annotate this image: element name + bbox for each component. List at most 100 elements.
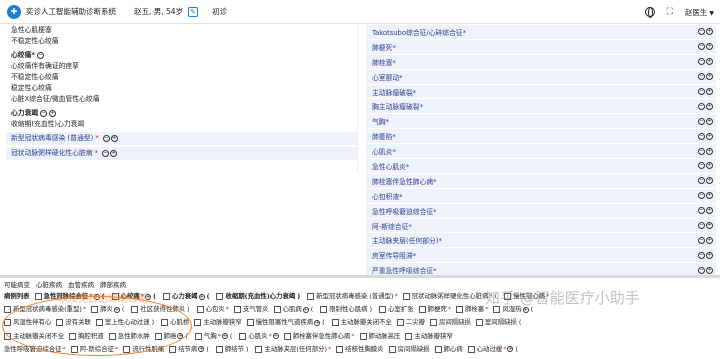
remove-icon[interactable]: − (698, 236, 705, 244)
checkbox[interactable] (108, 332, 116, 340)
category-tab[interactable]: 心脏疾病 (36, 279, 62, 289)
fullscreen-icon[interactable]: ⛶ (667, 7, 673, 17)
case-checkbox-item[interactable]: 肺心病 (434, 343, 463, 356)
case-checkbox-item[interactable]: 风湿性伴有心 (4, 316, 51, 329)
add-icon[interactable]: + (706, 58, 713, 66)
remove-icon[interactable]: − (698, 43, 705, 51)
add-icon[interactable]: + (706, 102, 713, 110)
remove-icon[interactable]: − (698, 73, 705, 81)
remove-icon[interactable]: − (698, 147, 705, 155)
differential-item[interactable]: 房室传导阻滞* − + (366, 248, 716, 264)
case-checkbox-item[interactable]: 房间隔缺损 (429, 316, 471, 329)
case-checkbox-item[interactable]: 心肌桥 (161, 316, 189, 329)
diagnosis-row[interactable]: 稳定性心绞痛 (6, 83, 357, 94)
add-icon[interactable]: + (221, 333, 228, 340)
checkbox[interactable] (429, 319, 437, 327)
case-checkbox-item[interactable]: 心动过缓 * +( (467, 343, 520, 356)
differential-item[interactable]: 肺栓塞* − + (366, 54, 716, 70)
remove-icon[interactable]: − (698, 266, 705, 274)
remove-icon[interactable]: − (698, 207, 705, 215)
add-icon[interactable]: + (110, 135, 118, 142)
checkbox[interactable] (123, 345, 131, 353)
doctor-menu[interactable]: 赵医生 ▼ (685, 7, 714, 18)
checkbox[interactable] (215, 345, 223, 353)
checkbox[interactable] (359, 332, 367, 340)
remove-icon[interactable]: − (698, 251, 705, 259)
checkbox[interactable] (154, 332, 162, 340)
case-checkbox-item[interactable]: 心肌病 +( (273, 303, 316, 316)
add-icon[interactable]: + (706, 177, 713, 185)
remove-icon[interactable]: − (102, 135, 110, 142)
differential-item[interactable]: 心肌炎* − + (366, 144, 716, 160)
checkbox[interactable] (194, 319, 202, 327)
differential-item[interactable]: 肺栓塞伴急性肺心病* − + (366, 173, 716, 189)
case-checkbox-item[interactable]: 肺癌 +( (154, 330, 190, 343)
add-icon[interactable]: + (49, 110, 57, 117)
checkbox[interactable] (216, 293, 224, 301)
category-tab[interactable]: 可能病变 (4, 279, 30, 289)
checkbox[interactable] (402, 293, 410, 301)
add-icon[interactable]: + (177, 333, 184, 340)
checkbox[interactable] (91, 306, 99, 314)
differential-item[interactable]: Takotsubo综合征/心碎综合征* − + (366, 25, 716, 40)
checkbox[interactable] (194, 332, 202, 340)
case-checkbox-item[interactable]: 新型冠状病毒感染 (普通型) * (307, 290, 398, 303)
case-checkbox-item[interactable]: 急性肺水肿 (108, 330, 150, 343)
checkbox[interactable] (255, 345, 263, 353)
add-icon[interactable]: + (706, 192, 713, 200)
case-checkbox-item[interactable]: 肺梗死 * (418, 303, 451, 316)
differential-item[interactable]: 急性心肌炎* − + (366, 159, 716, 174)
differential-item[interactable]: 心包积液* − + (366, 188, 716, 204)
checkbox[interactable] (405, 332, 413, 340)
checkbox[interactable] (283, 332, 291, 340)
checkbox[interactable] (4, 319, 11, 327)
add-icon[interactable]: + (706, 43, 713, 51)
checkbox[interactable] (239, 332, 247, 340)
diagnosis-row[interactable]: 不稳定性心绞痛 (6, 36, 357, 47)
checkbox[interactable] (4, 306, 11, 314)
collapse-icon[interactable]: − (40, 110, 48, 117)
differential-item[interactable]: 阿-斯综合征* − + (366, 218, 716, 234)
case-checkbox-item[interactable]: 结核性胸膜炎 (336, 343, 384, 356)
add-icon[interactable]: + (198, 346, 205, 353)
add-icon[interactable]: + (706, 132, 713, 140)
checkbox[interactable] (273, 306, 281, 314)
case-checkbox-item[interactable]: 心肌炎 * + (239, 330, 279, 343)
differential-item[interactable]: 胸主动脉瘤破裂* − + (366, 99, 716, 115)
differential-item[interactable]: 肺梗死* − + (366, 39, 716, 55)
add-icon[interactable]: + (272, 333, 279, 340)
case-checkbox-item[interactable]: 肺炎 +( (91, 303, 126, 316)
add-icon[interactable]: + (706, 28, 713, 36)
case-checkbox-item[interactable]: 肺动脉高压 (359, 330, 400, 343)
case-checkbox-item[interactable]: 收缩期(充血性)心力衰竭) (216, 290, 302, 303)
diagnosis-row[interactable]: 不稳定性心绞痛 (6, 72, 357, 83)
case-checkbox-item[interactable]: 社区获得性肺炎) (131, 303, 191, 316)
case-checkbox-item[interactable]: 没有关联 (56, 316, 91, 329)
checkbox[interactable] (234, 306, 241, 314)
remove-icon[interactable]: − (698, 162, 705, 170)
case-checkbox-item[interactable]: 心力衰竭 +( (163, 290, 211, 303)
case-checkbox-item[interactable]: 肺栓塞伴急性肺心病 * (283, 330, 355, 343)
case-checkbox-item[interactable]: 阿-斯综合征 * (70, 343, 118, 356)
add-icon[interactable]: + (706, 162, 713, 170)
checkbox[interactable] (246, 319, 254, 327)
case-checkbox-item[interactable]: 室上性心动过速) (95, 316, 156, 329)
checkbox[interactable] (379, 306, 387, 314)
add-icon[interactable]: + (706, 117, 713, 125)
diagnosis-row[interactable]: 心脏X综合征/微血管性心绞痛 (6, 94, 357, 105)
diagnosis-row[interactable]: 急性心肌梗塞 (6, 25, 357, 36)
globe-icon[interactable] (644, 7, 655, 18)
case-checkbox-item[interactable]: 主动脉瓣狭窄 (194, 316, 242, 329)
differential-item[interactable]: 主动脉瘤破裂* − + (366, 84, 716, 100)
differential-item[interactable]: 急性呼吸窘迫综合征* − + (366, 203, 716, 219)
checkbox[interactable] (4, 332, 11, 340)
checkbox[interactable] (467, 345, 475, 353)
add-icon[interactable]: + (706, 266, 713, 274)
checkbox[interactable] (307, 293, 315, 301)
add-icon[interactable]: + (706, 207, 713, 215)
collapse-icon[interactable]: − (36, 52, 44, 59)
add-icon[interactable]: + (706, 236, 713, 244)
diagnosis-row[interactable]: 收缩期(充血性)心力衰竭 (6, 119, 357, 130)
remove-icon[interactable]: − (102, 150, 110, 157)
checkbox[interactable] (34, 293, 42, 301)
